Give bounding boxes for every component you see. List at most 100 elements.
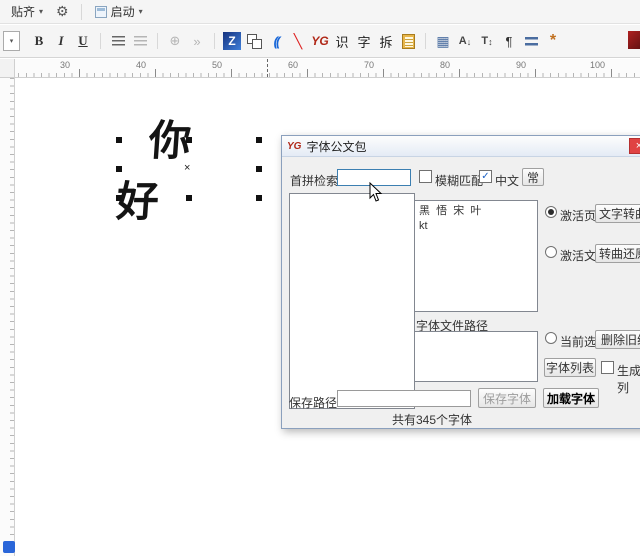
list-icon: [134, 36, 147, 47]
horizontal-ruler[interactable]: 30 40 50 60 70 80 90 100: [0, 59, 640, 78]
line-spacing-button[interactable]: T↕: [477, 29, 497, 53]
ruler-number: 50: [212, 60, 222, 70]
search-label: 首拼检索: [290, 172, 338, 189]
add-circle-icon: ⊕: [170, 33, 181, 49]
launch-icon: [95, 6, 107, 18]
chevron-down-icon: ▾: [139, 7, 143, 16]
split-button[interactable]: 拆: [376, 29, 396, 53]
table-button[interactable]: ▦: [433, 29, 453, 53]
list-item[interactable]: kt: [415, 219, 537, 233]
font-list[interactable]: 黑 悟 宋 叶 kt: [414, 200, 538, 312]
text-align-button[interactable]: [108, 29, 128, 53]
format-toolbar: ▾ B I U ⊕ » Z (( ╲ YG 识 字 拆 ▦ A↓ T↕ ¶ *: [0, 25, 640, 58]
grid-icon: ▦: [436, 33, 449, 50]
selection-handle[interactable]: [186, 137, 192, 143]
ruler-origin: [0, 59, 15, 78]
font-combo-collapsed[interactable]: ▾: [3, 31, 20, 51]
chinese-label: 中文: [495, 172, 519, 189]
star-icon: *: [550, 32, 556, 50]
paragraph-button[interactable]: ¶: [499, 29, 519, 53]
ruler-number: 40: [136, 60, 146, 70]
close-icon: ×: [636, 140, 640, 152]
load-font-button[interactable]: 加载字体: [543, 388, 599, 408]
save-path-input[interactable]: [337, 390, 471, 407]
save-path-label: 保存路径: [289, 394, 337, 411]
application-window: 贴齐 ▾ ⚙ 启动 ▾ ▾ B I U ⊕ » Z (( ╲ YG 识 字: [0, 0, 640, 556]
chinese-checkbox[interactable]: ✓: [479, 170, 492, 183]
list-button[interactable]: [130, 29, 150, 53]
snap-label: 贴齐: [11, 3, 35, 20]
dialog-title: 字体公文包: [306, 138, 366, 155]
ruler-number: 30: [60, 60, 70, 70]
object-center-mark: ×: [184, 162, 190, 174]
dialog-titlebar[interactable]: YG 字体公文包 ×: [282, 136, 640, 157]
selected-object[interactable]: 你好 ×: [119, 140, 259, 198]
delete-old-lines-button[interactable]: 删除旧线: [595, 330, 640, 349]
ruler-number: 60: [288, 60, 298, 70]
chang-button[interactable]: 常: [522, 168, 544, 186]
save-font-button[interactable]: 保存字体: [478, 388, 536, 408]
radio-active-doc[interactable]: [545, 246, 557, 258]
ruler-number: 90: [516, 60, 526, 70]
settings-button[interactable]: ⚙: [50, 1, 75, 22]
selection-handle[interactable]: [256, 137, 262, 143]
vertical-ruler[interactable]: [0, 78, 15, 556]
font-count-status: 共有345个字体: [352, 411, 512, 428]
chevrons-icon: »: [193, 34, 200, 49]
underline-button[interactable]: U: [73, 29, 93, 53]
align-bars-icon: [525, 37, 538, 46]
yg-plugin-button[interactable]: YG: [310, 29, 330, 53]
align-bars-button[interactable]: [521, 29, 541, 53]
stroke-tool-button[interactable]: ╲: [288, 29, 308, 53]
status-dock-icon[interactable]: [3, 541, 15, 553]
char-button[interactable]: 字: [354, 29, 374, 53]
radio-current-selection[interactable]: [545, 332, 557, 344]
notebook-button[interactable]: [398, 29, 418, 53]
char-spacing-button[interactable]: A↓: [455, 29, 475, 53]
selection-handle[interactable]: [116, 195, 122, 201]
radio-active-page[interactable]: [545, 206, 557, 218]
italic-button[interactable]: I: [51, 29, 71, 53]
separator: [100, 33, 101, 49]
list-item[interactable]: 黑 悟 宋 叶: [415, 201, 537, 219]
z-tool-icon: Z: [223, 32, 241, 50]
search-result-list[interactable]: [289, 193, 415, 409]
duplicate-button[interactable]: [244, 29, 264, 53]
check-icon: ✓: [481, 172, 489, 182]
selection-handle[interactable]: [256, 166, 262, 172]
overflow-button[interactable]: »: [187, 29, 207, 53]
yg-logo-icon: YG: [311, 34, 328, 48]
close-button[interactable]: ×: [629, 138, 640, 154]
bold-button[interactable]: B: [29, 29, 49, 53]
fuzzy-checkbox[interactable]: [419, 170, 432, 183]
add-button[interactable]: ⊕: [165, 29, 185, 53]
ruler-number: 80: [440, 60, 450, 70]
wave-icon: ((: [274, 34, 279, 49]
line-spacing-icon: T↕: [481, 36, 492, 47]
font-briefcase-dialog: YG 字体公文包 × 首拼检索 模糊匹配 ✓ 中文 常 黑 悟 宋 叶 kt 字…: [281, 135, 640, 429]
gear-icon: ⚙: [56, 3, 69, 19]
generate-list-checkbox[interactable]: [601, 361, 614, 374]
red-stroke-icon: ╲: [294, 33, 302, 50]
selection-handle[interactable]: [116, 166, 122, 172]
duplicate-icon: [247, 34, 262, 49]
separator: [157, 33, 158, 49]
text-to-curve-button[interactable]: 文字转曲: [595, 204, 640, 223]
snap-dropdown[interactable]: 贴齐 ▾: [4, 0, 50, 23]
mouse-cursor: [369, 182, 383, 202]
wave-tool-button[interactable]: ((: [266, 29, 286, 53]
separator: [214, 33, 215, 49]
recognize-button[interactable]: 识: [332, 29, 352, 53]
selection-handle[interactable]: [256, 195, 262, 201]
selection-handle[interactable]: [116, 137, 122, 143]
launch-dropdown[interactable]: 启动 ▾: [88, 0, 150, 23]
clipped-toolbar-icon[interactable]: [628, 31, 640, 49]
z-tool-button[interactable]: Z: [222, 29, 242, 53]
effects-button[interactable]: *: [543, 29, 563, 53]
ruler-cursor-marker: [267, 59, 268, 77]
curve-restore-button[interactable]: 转曲还原: [595, 244, 640, 263]
font-path-list[interactable]: [414, 331, 538, 382]
font-list-button[interactable]: 字体列表: [544, 358, 596, 377]
selection-handle[interactable]: [186, 195, 192, 201]
yg-logo-icon: YG: [287, 141, 301, 152]
